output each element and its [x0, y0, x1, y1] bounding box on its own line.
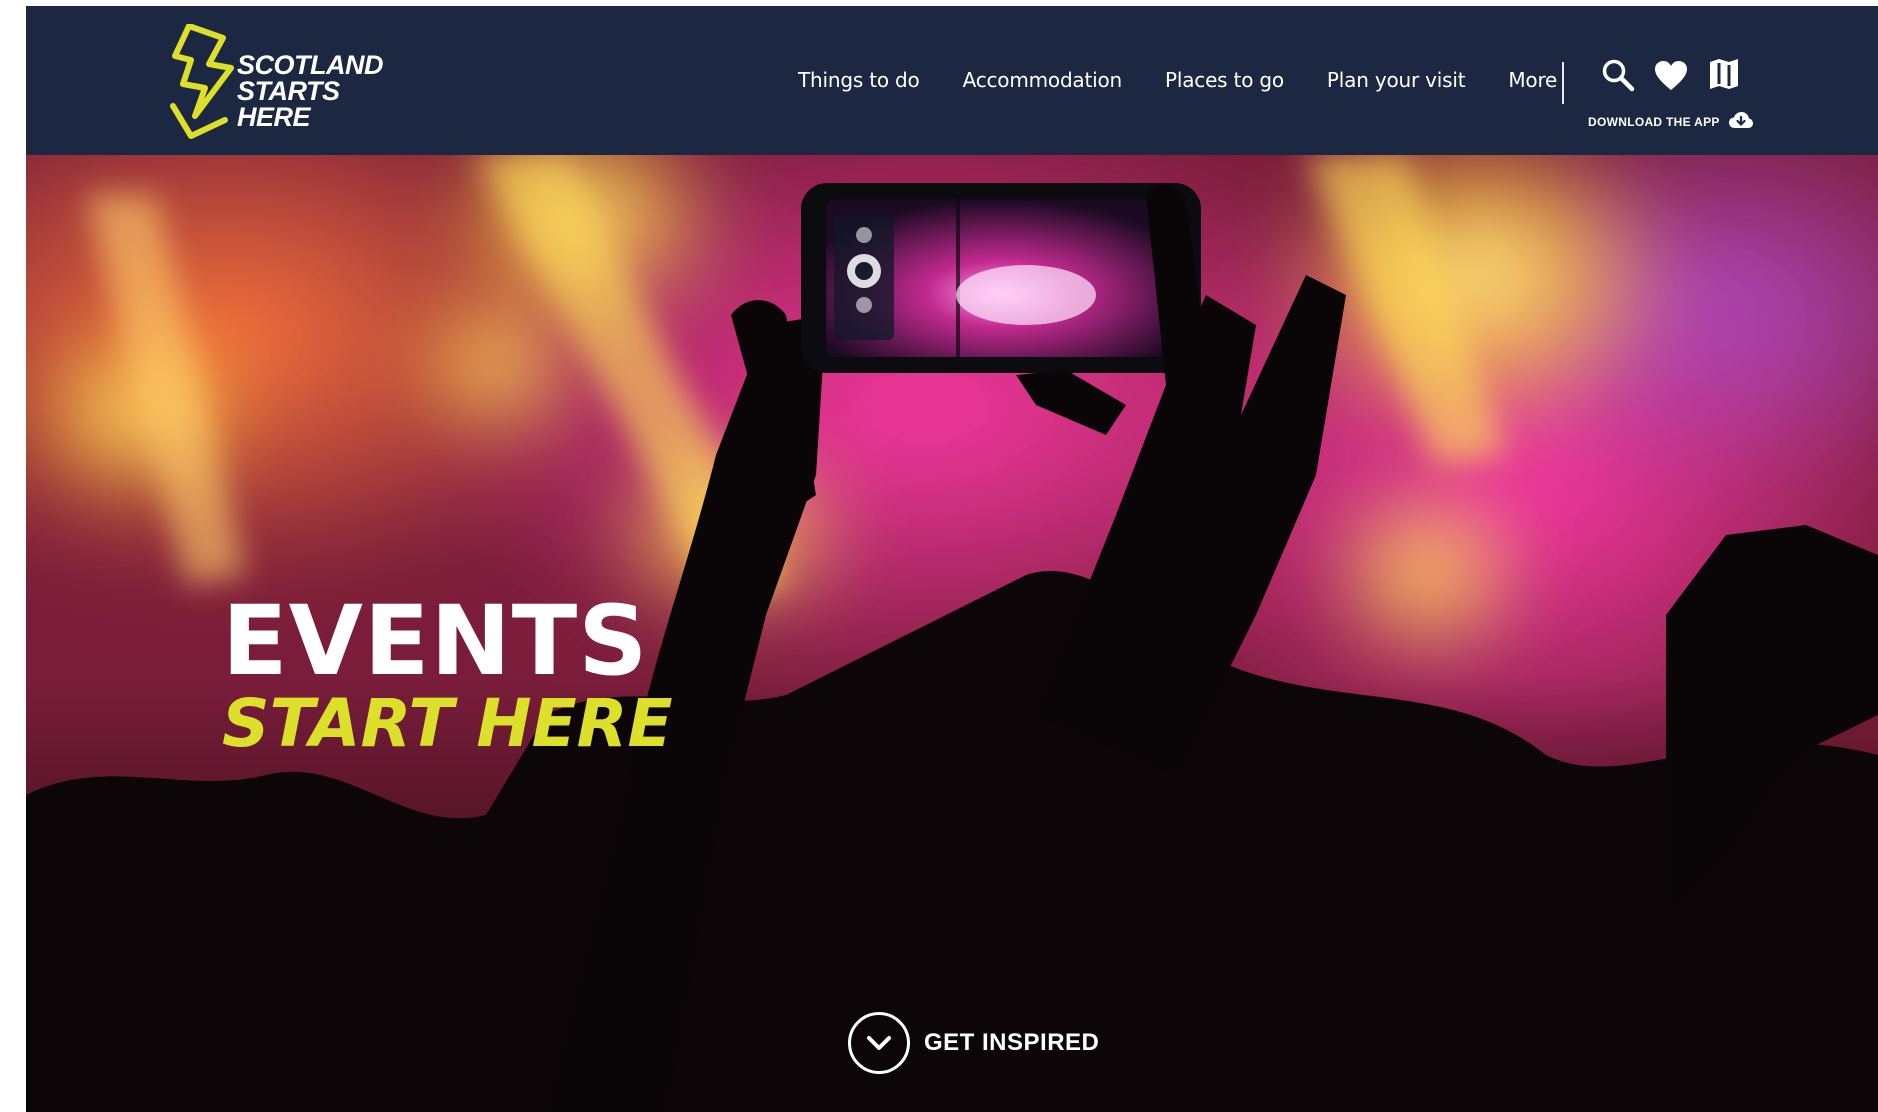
search-icon[interactable]: [1601, 58, 1635, 92]
get-inspired-label: GET INSPIRED: [924, 1029, 1100, 1056]
hero-section: EVENTS START HERE GET INSPIRED: [26, 155, 1878, 1112]
map-icon[interactable]: [1709, 58, 1739, 90]
utility-icons: [1601, 58, 1761, 98]
get-inspired-button[interactable]: GET INSPIRED: [848, 1012, 1099, 1074]
hero-headline: EVENTS START HERE: [222, 585, 673, 762]
logo-line-3: HERE: [237, 102, 311, 132]
nav-item-more[interactable]: More: [1508, 68, 1557, 92]
site-logo[interactable]: SCOTLAND STARTS HERE: [165, 18, 405, 148]
main-nav: Things to do Accommodation Places to go …: [798, 68, 1557, 92]
logo-line-1: SCOTLAND: [237, 50, 384, 80]
lightning-bolt-icon: [170, 24, 234, 139]
nav-item-things-to-do[interactable]: Things to do: [798, 68, 920, 92]
chevron-down-icon: [848, 1012, 910, 1074]
nav-item-plan-your-visit[interactable]: Plan your visit: [1327, 68, 1466, 92]
page-frame: SCOTLAND STARTS HERE Things to do Accomm…: [26, 6, 1878, 1112]
download-app-link[interactable]: DOWNLOAD THE APP: [1588, 111, 1754, 132]
nav-item-places-to-go[interactable]: Places to go: [1165, 68, 1284, 92]
heart-icon[interactable]: [1654, 60, 1688, 92]
site-header: SCOTLAND STARTS HERE Things to do Accomm…: [26, 6, 1878, 155]
logo-line-2: STARTS: [237, 76, 340, 106]
nav-item-accommodation[interactable]: Accommodation: [963, 68, 1123, 92]
download-app-label: DOWNLOAD THE APP: [1588, 114, 1720, 129]
nav-divider: [1562, 62, 1564, 104]
hero-headline-line-2: START HERE: [222, 685, 673, 762]
hero-headline-line-1: EVENTS: [222, 585, 649, 697]
logo-wordmark: SCOTLAND STARTS HERE: [237, 50, 384, 132]
cloud-download-icon: [1728, 111, 1754, 132]
